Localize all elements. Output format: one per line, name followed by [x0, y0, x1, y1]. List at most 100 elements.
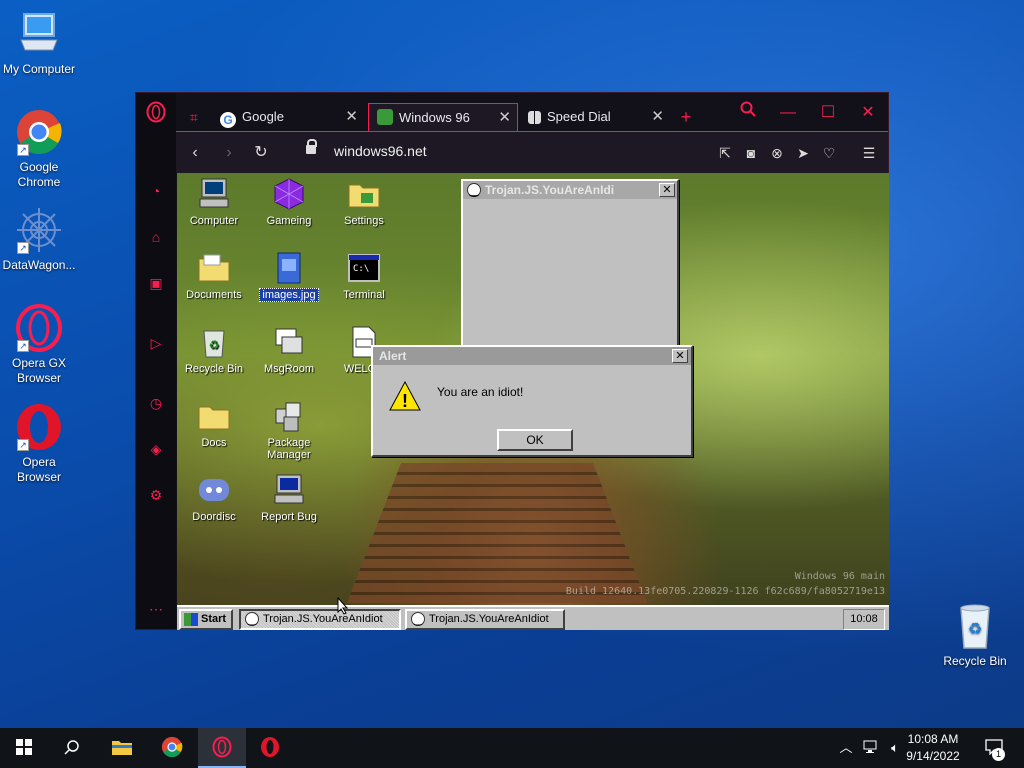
notification-center-icon[interactable]: 1 — [980, 728, 1008, 768]
tab-google[interactable]: G Google ✕ — [212, 103, 364, 131]
close-icon[interactable]: ✕ — [651, 103, 664, 131]
w96-icon-recycle-bin[interactable]: ♻ Recycle Bin — [177, 325, 254, 375]
computer-icon — [197, 177, 231, 211]
opera-gx-taskbar-icon[interactable] — [198, 728, 246, 768]
taskbar-task-trojan-1[interactable]: Trojan.JS.YouAreAnIdiot — [239, 609, 401, 630]
w96-icon-package-manager[interactable]: Package Manager — [249, 399, 329, 461]
gx-control-icon[interactable]: ⌂ — [146, 227, 166, 247]
w96-icon-images-jpg[interactable]: images.jpg — [249, 251, 329, 302]
speedometer-icon[interactable]: ◔ — [146, 181, 166, 201]
send-icon[interactable]: ➤ — [792, 142, 814, 164]
search-icon[interactable] — [48, 728, 96, 768]
adblock-icon[interactable]: ⊗ — [766, 142, 788, 164]
start-button[interactable]: Start — [179, 609, 233, 630]
heart-icon[interactable]: ♡ — [818, 142, 840, 164]
svg-text:♻: ♻ — [209, 338, 220, 352]
folder-icon — [197, 399, 231, 433]
network-icon[interactable] — [860, 728, 882, 768]
alert-titlebar[interactable]: Alert — [373, 347, 691, 365]
extensions-cube-icon[interactable]: ◈ — [146, 439, 166, 459]
svg-text:C:\: C:\ — [353, 264, 369, 274]
chrome-taskbar-icon[interactable] — [148, 728, 196, 768]
close-window-icon[interactable]: ✕ — [856, 101, 880, 125]
player-icon[interactable]: ▷ — [146, 333, 166, 353]
show-hidden-icons-chevron-icon[interactable]: ︿ — [836, 728, 856, 768]
build-watermark-version: Build 12640.13fe0705.220829-1126 f62c689… — [565, 586, 885, 597]
url-field[interactable]: windows96.net — [334, 143, 427, 159]
w96-icon-computer[interactable]: Computer — [177, 177, 254, 227]
history-icon[interactable]: ◷ — [146, 393, 166, 413]
tab-label: Windows 96 — [399, 110, 470, 125]
windows-taskbar: ︿ 🔈︎ 10:08 AM 9/14/2022 1 — [0, 728, 1024, 768]
notification-count-badge: 1 — [992, 748, 1005, 761]
desktop-icon-label: Opera GX Browser — [11, 356, 67, 385]
ok-button[interactable]: OK — [497, 429, 573, 451]
wallpaper-bridge — [347, 463, 647, 603]
shortcut-arrow-icon: ↗ — [17, 242, 29, 254]
twitch-icon[interactable]: ▣ — [146, 273, 166, 293]
alert-message: You are an idiot! — [437, 385, 524, 399]
close-icon[interactable]: ✕ — [659, 183, 675, 197]
more-dots-icon[interactable]: ⋯ — [146, 599, 166, 619]
trojan-window-titlebar[interactable]: Trojan.JS.YouAreAnIdi ✕ — [463, 181, 677, 201]
build-watermark-title: Windows 96 main — [794, 571, 885, 582]
clock-date: 9/14/2022 — [906, 749, 960, 763]
w96-icon-documents[interactable]: Documents — [177, 251, 254, 301]
opera-icon: ↗ — [15, 403, 63, 451]
shortcut-arrow-icon: ↗ — [17, 439, 29, 451]
minimize-icon[interactable]: — — [776, 101, 800, 125]
file-explorer-icon[interactable] — [98, 728, 146, 768]
desktop-icon-my-computer[interactable]: My Computer — [0, 10, 78, 77]
windows96-logo-icon — [184, 613, 198, 626]
close-icon[interactable]: ✕ — [498, 104, 511, 132]
taskbar-task-trojan-2[interactable]: Trojan.JS.YouAreAnIdiot — [405, 609, 565, 630]
alert-dialog[interactable]: Alert ! You are an idiot! OK — [371, 345, 693, 457]
windows96-desktop: Computer Documents ♻ Recycle Bin Docs Do… — [177, 173, 889, 630]
reload-icon[interactable]: ↻ — [250, 142, 272, 164]
forward-icon[interactable]: › — [218, 142, 240, 164]
share-icon[interactable]: ⇱ — [714, 142, 736, 164]
desktop-icon-recycle-bin[interactable]: ♻ Recycle Bin — [936, 602, 1014, 669]
desktop-icon-google-chrome[interactable]: ↗ Google Chrome — [0, 108, 78, 190]
desktop-icon-label: DataWagon... — [2, 258, 76, 272]
w96-icon-doordisc[interactable]: Doordisc — [177, 473, 254, 523]
w96-icon-settings[interactable]: Settings — [324, 177, 404, 227]
desktop-icon-label: Google Chrome — [17, 160, 61, 189]
trojan-window[interactable]: Trojan.JS.YouAreAnIdi ✕ — [461, 179, 679, 361]
folder-icon — [197, 251, 231, 285]
w96-icon-docs[interactable]: Docs — [177, 399, 254, 449]
w96-icon-gameing[interactable]: Gameing — [249, 177, 329, 227]
tab-windows-96[interactable]: Windows 96 ✕ — [368, 103, 518, 131]
chrome-icon: ↗ — [15, 108, 63, 156]
discord-icon — [197, 473, 231, 507]
desktop-icon-opera[interactable]: ↗ Opera Browser — [0, 403, 78, 485]
menu-lines-icon[interactable]: ☰ — [858, 142, 880, 164]
camera-icon[interactable]: ◙ — [740, 142, 762, 164]
search-icon[interactable] — [736, 101, 760, 125]
desktop-icon-opera-gx[interactable]: ↗ Opera GX Browser — [0, 304, 78, 386]
close-icon[interactable]: ✕ — [672, 349, 688, 363]
warning-icon: ! — [389, 380, 421, 416]
settings-gear-icon[interactable]: ⚙ — [146, 485, 166, 505]
tab-speed-dial[interactable]: Speed Dial ✕ — [520, 103, 670, 131]
maximize-icon[interactable]: ☐ — [816, 101, 840, 125]
w96-icon-report-bug[interactable]: Report Bug — [249, 473, 329, 523]
opera-gx-logo-icon[interactable] — [146, 101, 166, 123]
smiley-icon — [411, 612, 425, 629]
new-tab-plus-icon[interactable]: + — [674, 103, 698, 131]
opera-gx-icon: ↗ — [15, 304, 63, 352]
w96-icon-terminal[interactable]: C:\ Terminal — [324, 251, 404, 301]
taskbar-clock[interactable]: 10:08 AM 9/14/2022 — [898, 731, 968, 765]
windows-start-icon[interactable] — [0, 728, 48, 768]
package-icon — [272, 399, 306, 433]
back-icon[interactable]: ‹ — [184, 142, 206, 164]
gx-corner-icon[interactable]: ⌗ — [184, 103, 204, 131]
settings-folder-icon — [347, 177, 381, 211]
desktop-icon-datawagon[interactable]: ↗ DataWagon... — [0, 206, 78, 273]
google-icon: G — [220, 112, 236, 128]
opera-taskbar-icon[interactable] — [246, 728, 294, 768]
game-cube-icon — [272, 177, 306, 211]
w96-icon-msgroom[interactable]: MsgRoom — [249, 325, 329, 375]
smiley-icon — [245, 612, 259, 629]
close-icon[interactable]: ✕ — [345, 103, 358, 131]
